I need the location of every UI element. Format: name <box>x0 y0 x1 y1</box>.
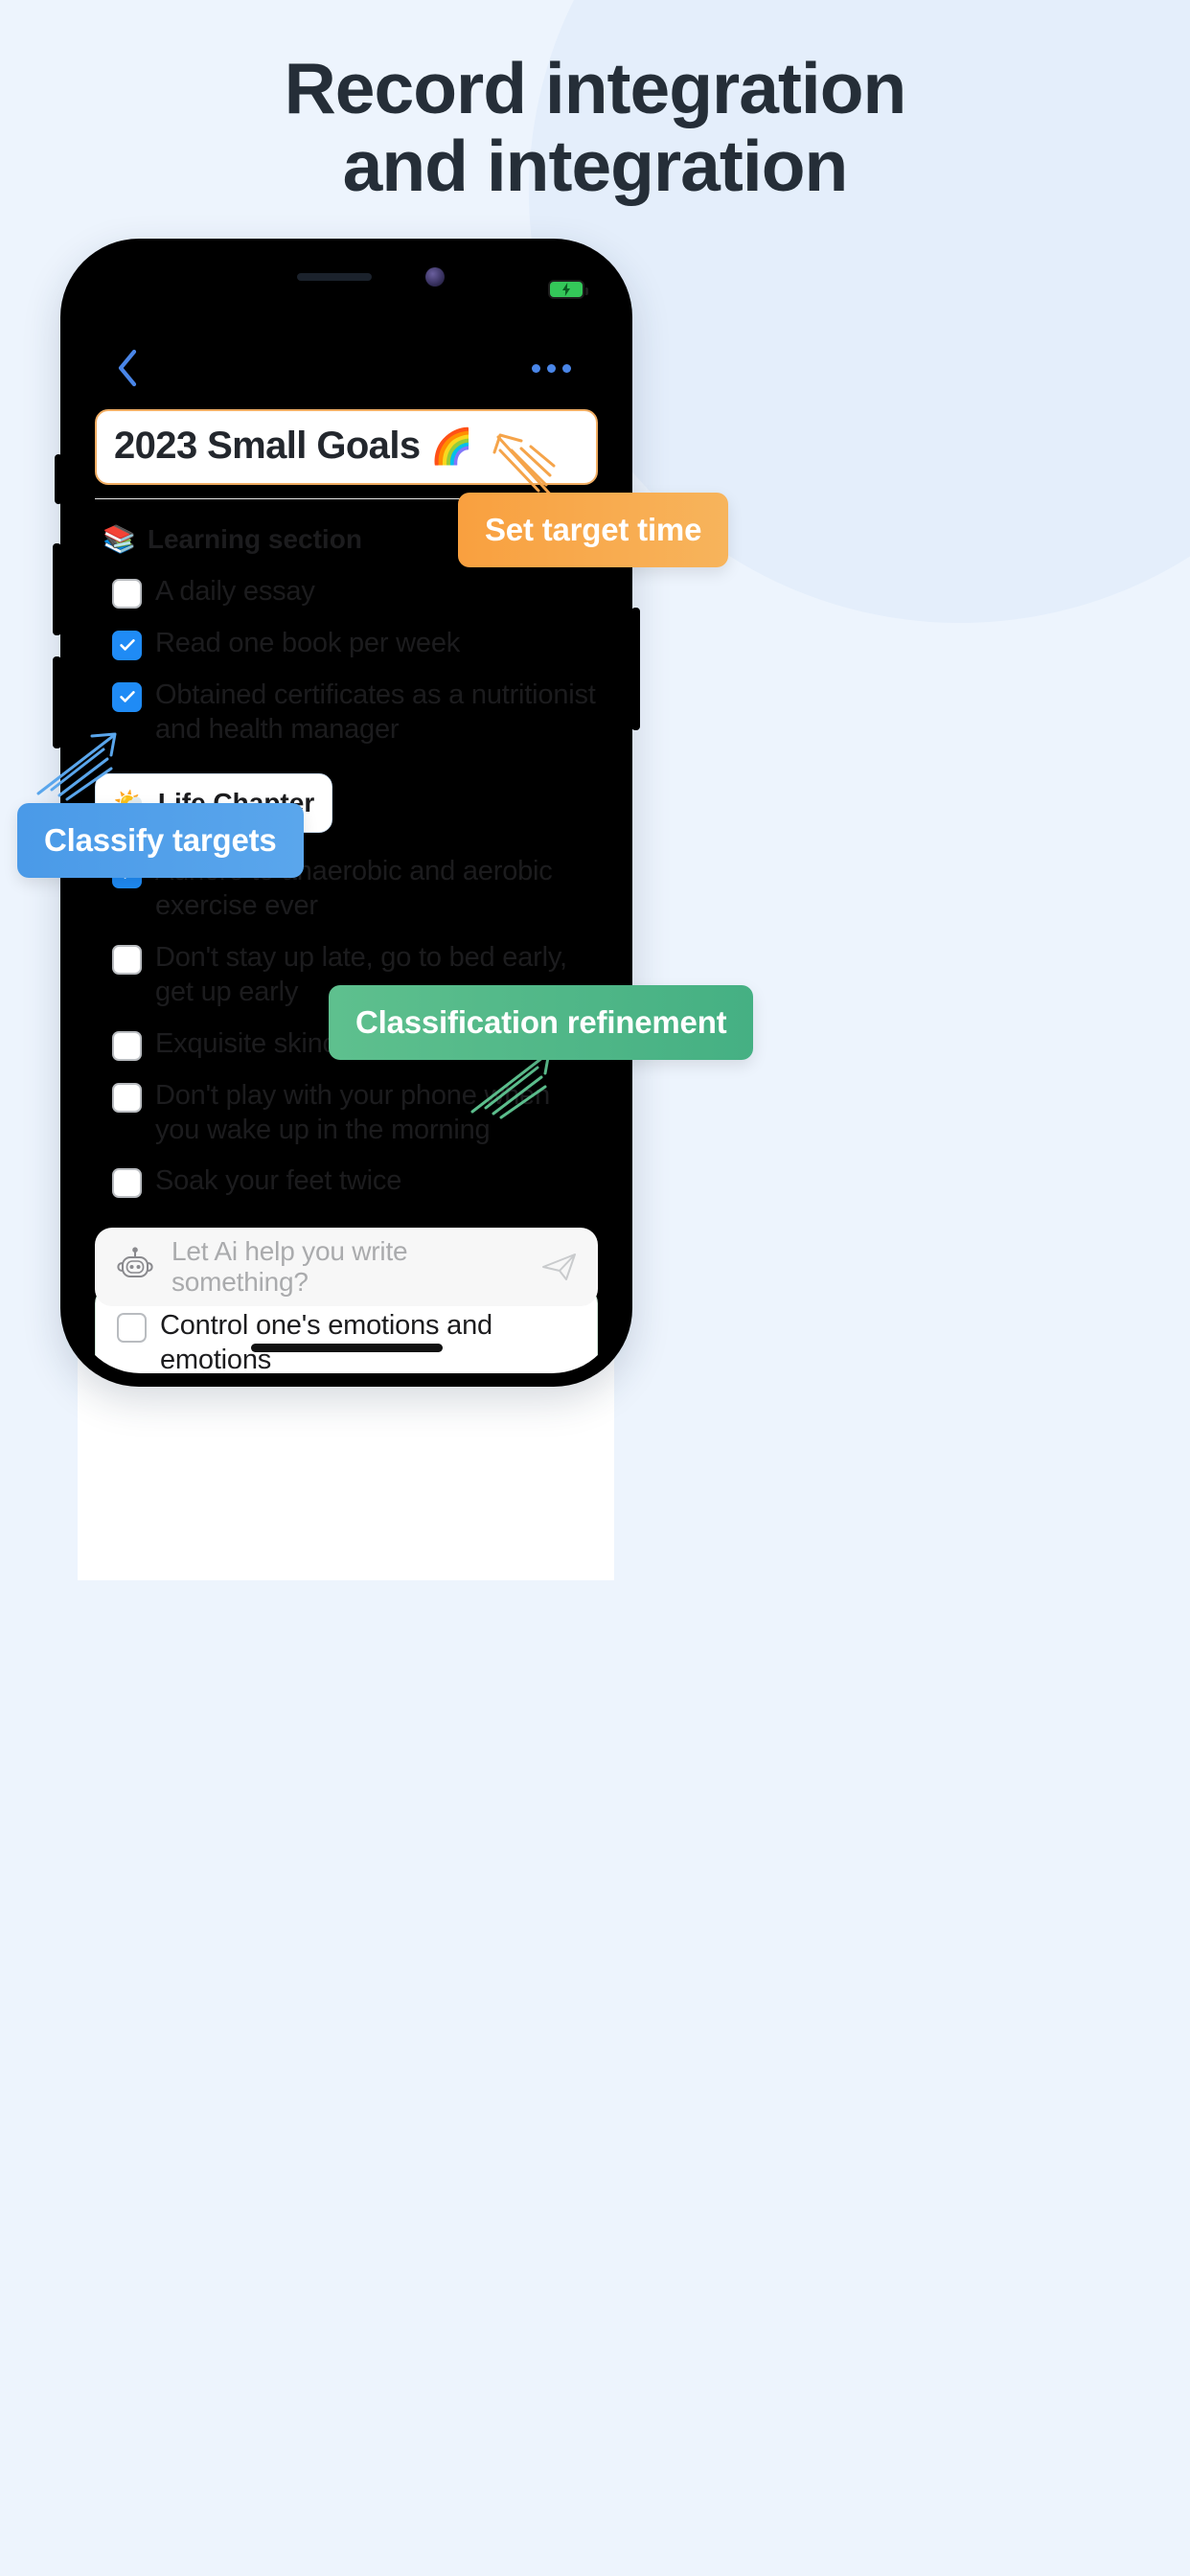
checkbox-unchecked-icon[interactable] <box>112 944 142 975</box>
note-title-value: 2023 Small Goals <box>114 425 421 467</box>
more-options-icon <box>532 363 540 373</box>
checkbox-unchecked-icon[interactable] <box>112 1030 142 1061</box>
back-button[interactable] <box>106 347 149 389</box>
task-label: A daily essay <box>155 576 315 607</box>
page-root: Record integration and integration 14:41 <box>0 0 1190 2576</box>
section-title: Learning section <box>147 524 362 554</box>
callout-set-target-time: Set target time <box>458 493 729 567</box>
callout-classification-refinement: Classification refinement <box>329 985 754 1060</box>
checkmark-icon <box>119 639 135 652</box>
task-row[interactable]: Soak your feet twice <box>74 1156 619 1208</box>
page-title-line-2: and integration <box>342 126 849 206</box>
callout-label: Set target time <box>485 512 702 547</box>
checkbox-unchecked-icon[interactable] <box>112 1082 142 1113</box>
status-bar-icons <box>474 280 588 299</box>
phone-mute-switch <box>55 454 62 504</box>
task-row[interactable]: Control one's emotions and emotions <box>100 1300 593 1373</box>
ai-input-placeholder: Let Ai help you write something? <box>172 1236 408 1297</box>
home-indicator <box>250 1344 443 1352</box>
phone-volume-up-button <box>53 543 61 635</box>
send-icon[interactable] <box>540 1251 579 1283</box>
task-label: Soak your feet twice <box>155 1165 402 1197</box>
checkbox-checked-icon[interactable] <box>112 630 142 660</box>
callout-label: Classify targets <box>44 822 277 858</box>
books-emoji-icon: 📚 <box>103 524 136 554</box>
checkbox-checked-icon[interactable] <box>112 681 142 712</box>
page-title-line-1: Record integration <box>284 48 907 128</box>
task-label: Read one book per week <box>155 627 461 658</box>
checkbox-unchecked-icon[interactable] <box>117 1313 147 1344</box>
phone-notch <box>212 252 481 313</box>
rainbow-emoji-icon: 🌈 <box>430 426 473 466</box>
arrow-to-life-chapter-icon <box>36 732 117 801</box>
ai-input-bar[interactable]: Let Ai help you write something? <box>95 1228 598 1306</box>
battery-charging-icon <box>548 280 588 299</box>
earpiece-speaker-icon <box>296 273 372 281</box>
back-chevron-icon <box>118 349 137 387</box>
task-row[interactable]: Read one book per week <box>74 618 619 670</box>
task-label: Control one's emotions and emotions <box>160 1310 492 1373</box>
task-row[interactable]: A daily essay <box>74 566 619 618</box>
checkbox-unchecked-icon[interactable] <box>112 1168 142 1199</box>
wifi-icon <box>516 282 536 297</box>
more-options-icon <box>562 363 571 373</box>
page-title: Record integration and integration <box>0 50 1190 205</box>
phone-power-button <box>631 608 640 730</box>
note-navigation-bar <box>74 334 619 402</box>
checkmark-icon <box>119 691 135 703</box>
callout-label: Classification refinement <box>355 1004 727 1040</box>
status-bar-time: 14:41 <box>112 273 188 305</box>
more-options-button[interactable] <box>522 355 581 382</box>
checkbox-unchecked-icon[interactable] <box>112 579 142 609</box>
robot-icon <box>117 1247 153 1277</box>
task-row[interactable]: Obtained certificates as a nutritionist … <box>74 670 619 756</box>
more-options-icon <box>547 363 556 373</box>
callout-classify-targets: Classify targets <box>17 803 304 878</box>
charging-bolt-icon <box>562 283 570 296</box>
front-camera-icon <box>424 267 445 287</box>
task-label: Obtained certificates as a nutritionist … <box>155 678 596 745</box>
